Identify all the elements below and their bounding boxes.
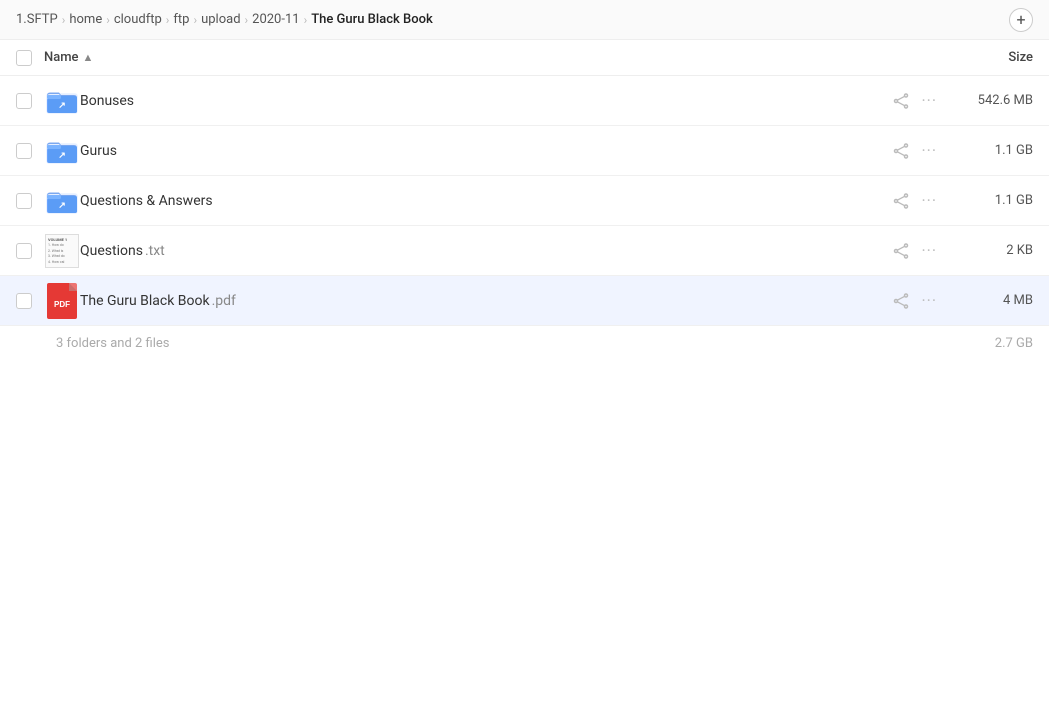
file-extension: .pdf [212, 293, 236, 309]
more-options-button[interactable]: ··· [921, 241, 937, 260]
share-button[interactable] [893, 243, 909, 259]
folder-icon: ↗ [44, 187, 80, 215]
table-row[interactable]: PDF The Guru Black Book.pdf ··· 4 MB [0, 276, 1049, 326]
file-size: 1.1 GB [953, 193, 1033, 208]
breadcrumb-separator: › [106, 13, 110, 27]
breadcrumb-item-2020-11[interactable]: 2020-11 [252, 12, 299, 27]
select-all-checkbox[interactable] [16, 50, 32, 66]
breadcrumb: 1.SFTP›home›cloudftp›ftp›upload›2020-11›… [0, 0, 1049, 40]
breadcrumb-item-ftp[interactable]: ftp [173, 12, 189, 27]
pdf-icon: PDF [44, 283, 80, 319]
row-checkbox[interactable] [16, 143, 32, 159]
breadcrumb-item-guru-black-book[interactable]: The Guru Black Book [311, 12, 433, 27]
sort-arrow-icon: ▲ [83, 51, 94, 64]
svg-text:↗: ↗ [58, 151, 66, 161]
breadcrumb-item-sftp[interactable]: 1.SFTP [16, 12, 58, 27]
svg-text:↗: ↗ [58, 101, 66, 111]
file-size: 1.1 GB [953, 143, 1033, 158]
share-button[interactable] [893, 293, 909, 309]
summary-row: 3 folders and 2 files 2.7 GB [0, 326, 1049, 361]
file-list-header: Name ▲ Size [0, 40, 1049, 76]
more-options-button[interactable]: ··· [921, 141, 937, 160]
table-row[interactable]: ↗ Bonuses ··· 542.6 MB [0, 76, 1049, 126]
file-extension: .txt [145, 243, 165, 259]
breadcrumb-item-home[interactable]: home [69, 12, 102, 27]
file-name: Bonuses [80, 93, 134, 109]
size-column-header: Size [933, 50, 1033, 65]
file-name: Questions [80, 243, 143, 259]
file-size: 2 KB [953, 243, 1033, 258]
more-options-button[interactable]: ··· [921, 191, 937, 210]
breadcrumb-item-upload[interactable]: upload [201, 12, 240, 27]
file-size: 542.6 MB [953, 93, 1033, 108]
breadcrumb-item-cloudftp[interactable]: cloudftp [114, 12, 162, 27]
summary-text: 3 folders and 2 files [56, 336, 170, 351]
table-row[interactable]: ↗ Gurus ··· 1.1 GB [0, 126, 1049, 176]
more-options-button[interactable]: ··· [921, 291, 937, 310]
share-button[interactable] [893, 143, 909, 159]
summary-size: 2.7 GB [995, 336, 1033, 351]
more-options-button[interactable]: ··· [921, 91, 937, 110]
row-checkbox[interactable] [16, 93, 32, 109]
folder-icon: ↗ [44, 87, 80, 115]
breadcrumb-add-button[interactable]: + [1009, 8, 1033, 32]
file-name: Questions & Answers [80, 193, 213, 209]
breadcrumb-separator: › [62, 13, 66, 27]
txt-icon: VOLUME 1 1. How do 2. What is 3. What do… [44, 234, 80, 268]
file-name: Gurus [80, 143, 117, 159]
breadcrumb-separator: › [166, 13, 170, 27]
breadcrumb-separator: › [304, 13, 308, 27]
breadcrumb-separator: › [193, 13, 197, 27]
table-row[interactable]: VOLUME 1 1. How do 2. What is 3. What do… [0, 226, 1049, 276]
breadcrumb-separator: › [245, 13, 249, 27]
file-size: 4 MB [953, 293, 1033, 308]
svg-text:PDF: PDF [54, 300, 70, 309]
row-checkbox[interactable] [16, 193, 32, 209]
file-name: The Guru Black Book [80, 293, 210, 309]
name-column-header[interactable]: Name ▲ [44, 50, 933, 65]
file-list: ↗ Bonuses ··· 542.6 MB ↗ Gurus ··· 1.1 GB [0, 76, 1049, 326]
table-row[interactable]: ↗ Questions & Answers ··· 1.1 GB [0, 176, 1049, 226]
share-button[interactable] [893, 93, 909, 109]
folder-icon: ↗ [44, 137, 80, 165]
share-button[interactable] [893, 193, 909, 209]
row-checkbox[interactable] [16, 293, 32, 309]
svg-text:↗: ↗ [58, 201, 66, 211]
row-checkbox[interactable] [16, 243, 32, 259]
